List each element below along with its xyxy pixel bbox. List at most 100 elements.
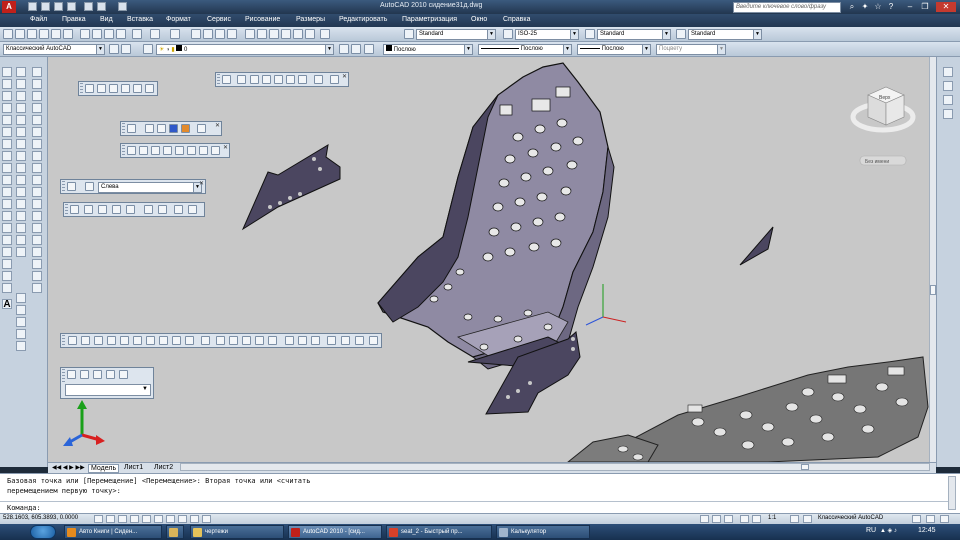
dist-icon[interactable]	[32, 151, 42, 161]
zoom-all-icon[interactable]	[174, 205, 183, 214]
3dmove-icon[interactable]	[201, 336, 210, 345]
list-icon[interactable]	[32, 187, 42, 197]
menu-parametric[interactable]: Параметризация	[402, 16, 457, 23]
redo-icon[interactable]	[170, 29, 180, 39]
ellipse-icon[interactable]	[2, 175, 12, 185]
lineweight-select[interactable]: Послою ▼	[577, 44, 651, 55]
intersect-icon[interactable]	[109, 84, 118, 93]
move-gizmo-icon[interactable]	[185, 336, 194, 345]
lwt-icon[interactable]	[190, 515, 199, 523]
polygon-icon[interactable]	[2, 103, 12, 113]
communication-icon[interactable]: ☆	[873, 2, 883, 12]
make-current-layer-icon[interactable]	[339, 44, 349, 54]
visualstyle-icon[interactable]	[237, 75, 246, 84]
continuous-orbit-icon[interactable]	[369, 336, 378, 345]
find-icon[interactable]	[32, 127, 42, 137]
zoom-previous-icon[interactable]	[227, 29, 237, 39]
circle-icon[interactable]	[2, 139, 12, 149]
chamfer-icon[interactable]	[16, 223, 26, 233]
color-select[interactable]: Послою ▼	[383, 44, 473, 55]
shade-3d-icon[interactable]	[157, 124, 166, 133]
minimize-icon[interactable]: –	[905, 2, 915, 12]
navigation-select[interactable]: ▼	[65, 384, 151, 396]
named-views-icon[interactable]	[85, 182, 94, 191]
save-icon[interactable]	[27, 29, 37, 39]
bracket-left[interactable]	[241, 144, 341, 231]
qp-icon[interactable]	[202, 515, 211, 523]
designcenter-icon[interactable]	[257, 29, 267, 39]
menu-help[interactable]: Справка	[503, 16, 530, 23]
offset-faces-icon[interactable]	[145, 84, 154, 93]
extend-icon[interactable]	[16, 187, 26, 197]
point-icon[interactable]	[2, 223, 12, 233]
render-region-icon[interactable]	[330, 75, 339, 84]
arc-icon[interactable]	[2, 127, 12, 137]
erase-icon[interactable]	[16, 67, 26, 77]
realistic-icon[interactable]	[169, 124, 178, 133]
cone-icon[interactable]	[163, 146, 172, 155]
search-icon[interactable]: ⌕	[847, 2, 857, 12]
spotlight-icon[interactable]	[262, 75, 271, 84]
preview-icon[interactable]	[51, 29, 61, 39]
pan-icon[interactable]	[191, 29, 201, 39]
help-icon[interactable]	[320, 29, 330, 39]
zoom-scale-icon[interactable]	[98, 205, 107, 214]
quick-view-layouts-icon[interactable]	[712, 515, 721, 523]
trim-icon[interactable]	[16, 175, 26, 185]
restore-icon[interactable]: ❐	[920, 2, 930, 12]
taskbar-item-autocad[interactable]: AutoCAD 2010 - [сид...	[288, 525, 382, 539]
zoom-status-icon[interactable]	[752, 515, 761, 523]
linetype-select[interactable]: Послою ▼	[478, 44, 572, 55]
polysolid-icon[interactable]	[127, 146, 136, 155]
fillet-icon[interactable]	[16, 235, 26, 245]
menu-draw[interactable]: Рисование	[245, 16, 280, 23]
floor-panel[interactable]	[566, 356, 929, 463]
workspace-status[interactable]: Классический AutoCAD	[818, 515, 883, 521]
layer-properties-icon[interactable]	[143, 44, 153, 54]
insert-block-icon[interactable]	[2, 199, 12, 209]
union-icon[interactable]	[85, 84, 94, 93]
undo-icon[interactable]	[84, 2, 93, 11]
mirror-icon[interactable]	[16, 91, 26, 101]
subtract-icon[interactable]	[298, 336, 307, 345]
mapping-icon[interactable]	[298, 75, 307, 84]
taskbar-item-explorer[interactable]	[166, 525, 184, 539]
extrude-faces-icon[interactable]	[121, 84, 130, 93]
copy-object-icon[interactable]	[16, 79, 26, 89]
copy-icon[interactable]	[92, 29, 102, 39]
hide-icon[interactable]	[127, 124, 136, 133]
polar-icon[interactable]	[130, 515, 139, 523]
zoom-extents-icon[interactable]	[188, 205, 197, 214]
tab-nav-icon[interactable]: ◀◀ ◀ ▶ ▶▶	[52, 464, 85, 471]
sweep-icon[interactable]	[94, 336, 103, 345]
ducs-icon[interactable]	[166, 515, 175, 523]
zoom-window-icon[interactable]	[70, 205, 79, 214]
zoom-window-icon[interactable]	[215, 29, 225, 39]
xline-icon[interactable]	[2, 79, 12, 89]
spline-icon[interactable]	[2, 163, 12, 173]
close-icon[interactable]: ✕	[342, 73, 347, 80]
tab-sheet1[interactable]: Лист1	[122, 464, 145, 471]
area-icon[interactable]	[32, 163, 42, 173]
3dorbit-icon[interactable]	[93, 370, 102, 379]
menu-file[interactable]: Файл	[30, 16, 47, 23]
ucs-world-icon[interactable]	[32, 223, 42, 233]
menu-format[interactable]: Формат	[166, 16, 191, 23]
multileader-style-select[interactable]: Standard ▼	[688, 29, 762, 40]
draworder-above-icon[interactable]	[16, 329, 26, 339]
line-icon[interactable]	[2, 67, 12, 77]
clean-screen-icon[interactable]	[926, 515, 935, 523]
start-button[interactable]	[30, 525, 56, 539]
dyn-icon[interactable]	[178, 515, 187, 523]
orbit-icon[interactable]	[341, 336, 350, 345]
help-icon[interactable]: ?	[886, 2, 896, 12]
3darray-icon[interactable]	[242, 336, 251, 345]
pan-icon[interactable]	[67, 370, 76, 379]
loft-icon[interactable]	[120, 336, 129, 345]
rotate-icon[interactable]	[16, 139, 26, 149]
materials-icon[interactable]	[286, 75, 295, 84]
save-icon[interactable]	[54, 2, 63, 11]
auto-scale-icon[interactable]	[803, 515, 812, 523]
wedge-icon[interactable]	[151, 146, 160, 155]
render-icon[interactable]	[314, 75, 323, 84]
